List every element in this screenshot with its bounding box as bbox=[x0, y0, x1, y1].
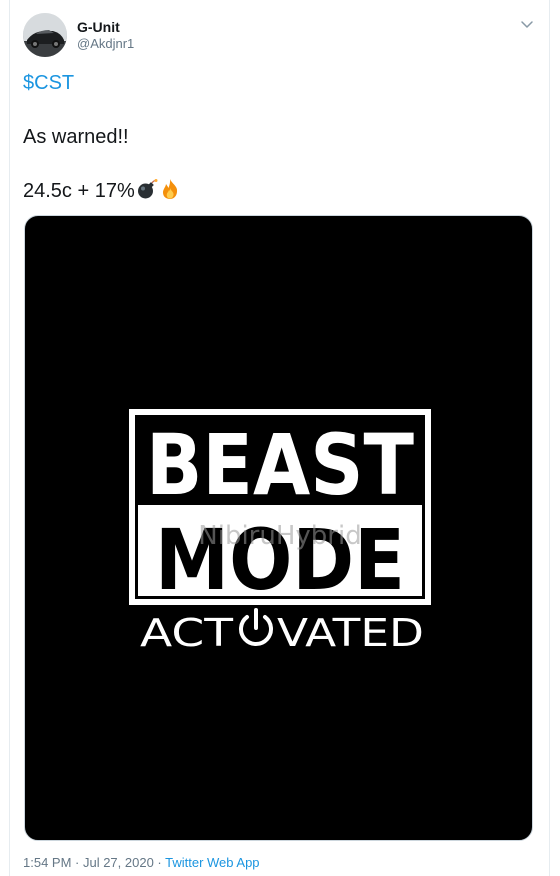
beast-mode-graphic: BEAST MODE ACT VATED NibiruHybrid bbox=[129, 409, 431, 655]
chevron-down-icon[interactable] bbox=[519, 16, 535, 32]
tweet-line: As warned!! bbox=[23, 126, 129, 148]
car-photo-icon bbox=[23, 13, 67, 57]
beast-text: BEAST bbox=[146, 416, 414, 514]
line-break bbox=[23, 151, 523, 178]
tweet-text: $CST As warned!! 24.5c + 17% bbox=[23, 70, 523, 205]
activated-right-text: VATED bbox=[277, 611, 424, 655]
source-link[interactable]: Twitter Web App bbox=[165, 855, 259, 870]
tweet-meta: 1:54 PM · Jul 27, 2020 · Twitter Web App bbox=[23, 855, 260, 870]
user-handle[interactable]: @Akdjnr1 bbox=[77, 36, 134, 51]
tweet-line-with-emoji: 24.5c + 17% bbox=[23, 178, 523, 205]
tweet-media-image[interactable]: BEAST MODE ACT VATED NibiruHybrid bbox=[24, 215, 533, 841]
tweet-line-text: 24.5c + 17% bbox=[23, 180, 135, 202]
cashtag-link[interactable]: $CST bbox=[23, 70, 523, 97]
bomb-icon bbox=[137, 179, 158, 199]
display-name[interactable]: G-Unit bbox=[77, 19, 120, 35]
timestamp[interactable]: 1:54 PM · Jul 27, 2020 · bbox=[23, 855, 165, 870]
line-break bbox=[23, 97, 523, 124]
power-icon bbox=[239, 608, 273, 646]
fire-icon bbox=[162, 179, 177, 199]
activated-left-text: ACT bbox=[140, 611, 234, 655]
avatar[interactable] bbox=[23, 13, 67, 57]
watermark-text: NibiruHybrid bbox=[198, 521, 361, 551]
